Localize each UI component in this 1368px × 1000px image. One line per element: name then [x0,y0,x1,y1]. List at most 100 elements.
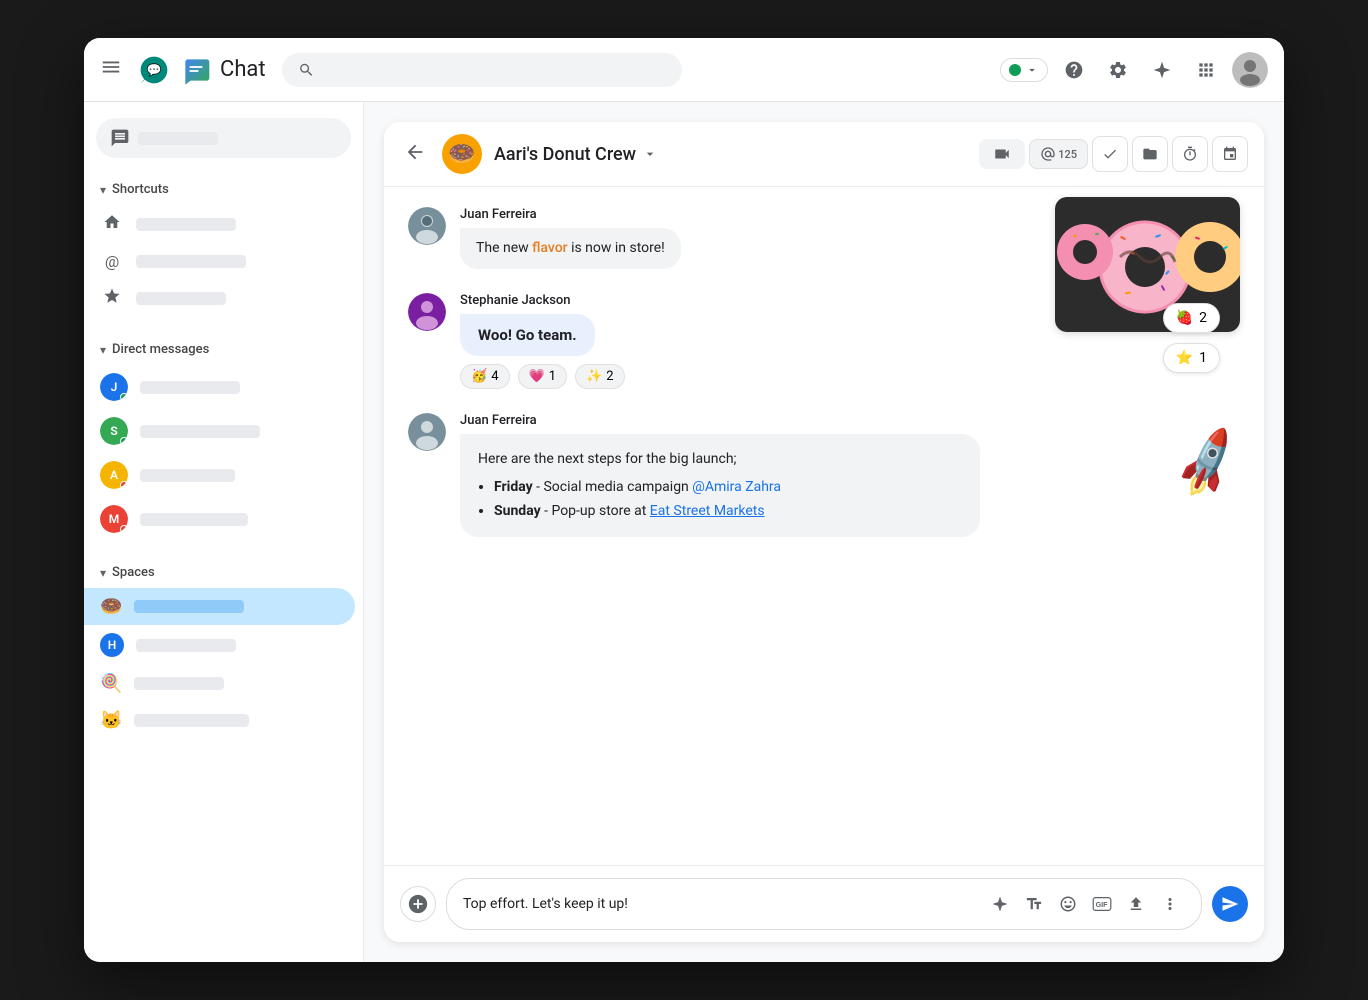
new-chat-label [138,132,218,145]
dm-name-4 [140,513,248,526]
group-avatar: 🍩 [442,134,482,174]
dm-item-1[interactable]: J [84,365,355,409]
message-bubble-3: Here are the next steps for the big laun… [460,434,980,537]
more-options-button[interactable] [1155,889,1185,919]
rocket-decoration: 🚀 [1167,424,1249,503]
search-input[interactable] [324,62,665,78]
flavor-highlight: flavor [532,240,567,256]
amira-mention[interactable]: @Amira Zahra [692,479,781,495]
video-icon [993,145,1011,163]
send-button[interactable] [1212,886,1248,922]
browser-window: 💬 Chat [84,38,1284,962]
reaction-heart[interactable]: 💗 1 [518,364,568,389]
message-input[interactable] [463,896,977,912]
timer-button[interactable] [1172,136,1208,172]
sparkle-emoji: ✨ [586,369,602,384]
gif-button[interactable]: GIF [1087,889,1117,919]
eat-street-link[interactable]: Eat Street Markets [650,503,765,519]
reaction-party[interactable]: 🥳 4 [460,364,510,389]
status-button[interactable] [1000,58,1048,82]
message-group-1: Juan Ferreira The new flavor is now in s… [408,207,1240,269]
sidebar-item-home[interactable] [84,205,355,244]
cat-space-icon: 🐱 [100,710,122,731]
strawberry-reaction[interactable]: 🍓 2 [1163,303,1220,333]
space-item-cat[interactable]: 🐱 [84,702,355,739]
dm-avatar-2: S [100,417,128,445]
calendar-button[interactable] [1212,136,1248,172]
gemini-icon[interactable] [1144,52,1180,88]
tasks-button[interactable] [1092,136,1128,172]
new-chat-button[interactable] [96,118,351,158]
spaces-section-header[interactable]: ▾ Spaces [84,557,363,588]
sidebar: ▾ Shortcuts @ [84,102,364,962]
star-icon [100,287,124,310]
folder-icon [1142,146,1158,162]
spaces-chevron-icon: ▾ [100,566,106,580]
shortcuts-section-header[interactable]: ▾ Shortcuts [84,174,363,205]
gemini-input-icon[interactable] [985,889,1015,919]
app-title: Chat [220,57,266,82]
dm-chevron-icon: ▾ [100,343,106,357]
dm-avatar-1: J [100,373,128,401]
mentions-count: 125 [1058,148,1077,161]
chat-header-actions: 125 [979,136,1248,172]
dm-item-3[interactable]: A [84,453,355,497]
mentions-count-button[interactable]: 125 [1029,139,1088,169]
chat-area: 🍩 Aari's Donut Crew [364,102,1284,962]
back-button[interactable] [400,137,430,172]
emoji-icon [1059,895,1077,913]
home-item-label [136,218,236,231]
heart-emoji: 💗 [529,369,545,384]
upload-button[interactable] [1121,889,1151,919]
logo-area: 💬 Chat [138,54,266,86]
video-call-button[interactable] [979,139,1025,169]
dm-name-2 [140,425,260,438]
status-dot-icon [1009,64,1021,76]
add-attachment-button[interactable] [400,886,436,922]
messages-container: Juan Ferreira The new flavor is now in s… [384,187,1264,865]
input-row: GIF [400,878,1248,930]
search-bar[interactable] [282,53,682,87]
reactions-row: 🥳 4 💗 1 ✨ 2 [460,364,1020,389]
message-content-2: Stephanie Jackson Woo! Go team. 🥳 4 💗 1 [460,293,1020,389]
svg-text:GIF: GIF [1096,900,1109,909]
google-chat-colored-icon [180,54,212,86]
chat-title[interactable]: Aari's Donut Crew [494,144,658,165]
emoji-button[interactable] [1053,889,1083,919]
party-count: 4 [491,369,498,384]
chat-window: 🍩 Aari's Donut Crew [384,122,1264,942]
home-icon [100,213,124,236]
mention-icon: @ [100,252,124,271]
star-emoji: ⭐ [1176,350,1193,366]
user-avatar[interactable] [1232,52,1268,88]
sender-name-2: Stephanie Jackson [460,293,1020,308]
reaction-sparkle[interactable]: ✨ 2 [575,364,625,389]
dm-section-header[interactable]: ▾ Direct messages [84,334,363,365]
donut-space-label [134,600,244,613]
sidebar-item-mentions[interactable]: @ [84,244,355,279]
sidebar-item-starred[interactable] [84,279,355,318]
star-reaction[interactable]: ⭐ 1 [1163,343,1220,373]
cat-space-label [134,714,249,727]
help-icon[interactable] [1056,52,1092,88]
tasks-icon [1102,146,1118,162]
space-item-candy[interactable]: 🍭 [84,665,355,702]
message-group-2: Stephanie Jackson Woo! Go team. 🥳 4 💗 1 [408,293,1240,389]
format-text-icon[interactable] [1019,889,1049,919]
settings-icon[interactable] [1100,52,1136,88]
dm-label: Direct messages [112,342,209,357]
main-content: ▾ Shortcuts @ [84,102,1284,962]
dm-name-3 [140,469,235,482]
dm-item-2[interactable]: S [84,409,355,453]
apps-grid-icon[interactable] [1188,52,1224,88]
space-item-donuts[interactable]: 🍩 [84,588,355,625]
shortcuts-label: Shortcuts [112,182,169,197]
sender-name-3: Juan Ferreira [460,413,1160,428]
dm-item-4[interactable]: M [84,497,355,541]
menu-icon[interactable] [100,56,122,83]
top-bar: 💬 Chat [84,38,1284,102]
space-item-h[interactable]: H [84,625,355,665]
text-format-icon [1025,895,1043,913]
folder-button[interactable] [1132,136,1168,172]
party-emoji: 🥳 [471,369,487,384]
